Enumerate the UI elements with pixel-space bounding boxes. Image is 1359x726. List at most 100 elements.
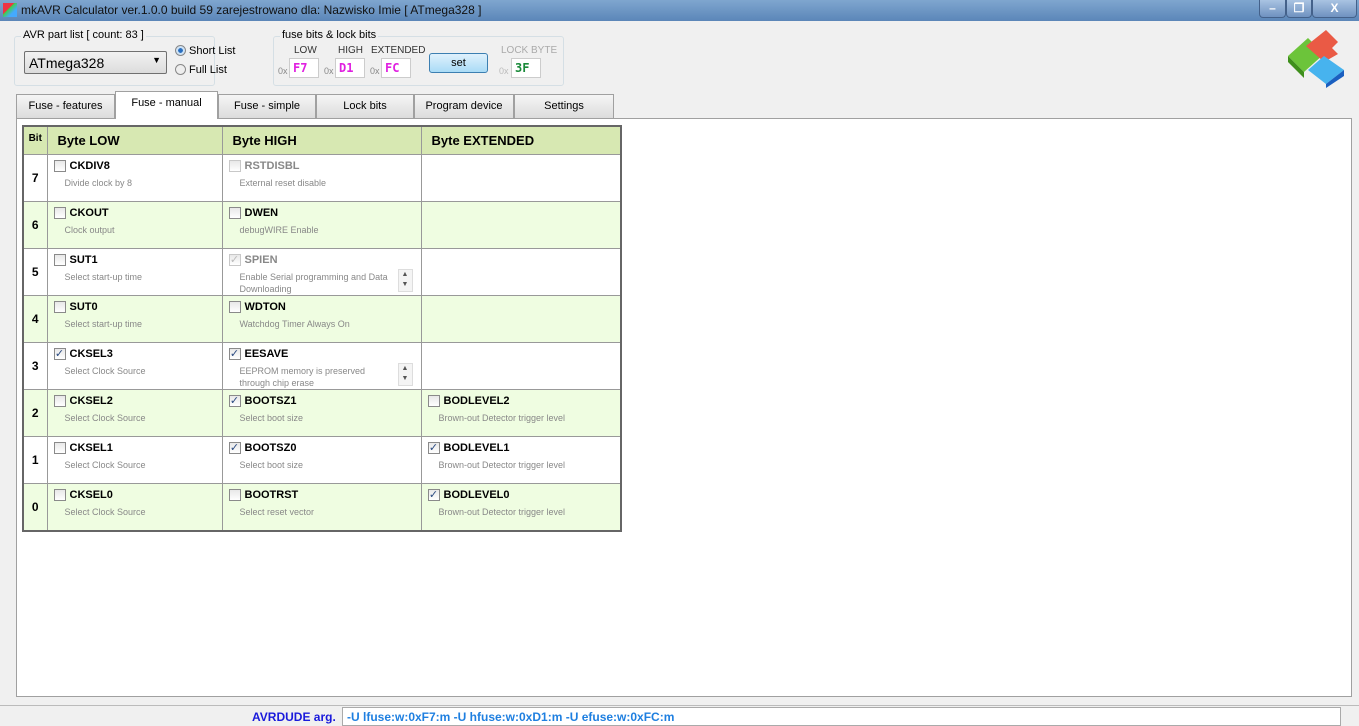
fuse-description: debugWIRE Enable [239, 225, 319, 235]
fuse-name: CKSEL3 [69, 348, 113, 360]
fuse-checkbox[interactable]: ✓ [228, 442, 241, 454]
fuse-row: 7 CKDIV8 Divide clock by 8 RSTDISBL Exte… [22, 154, 622, 202]
fuse-checkbox[interactable]: ✓ [427, 442, 440, 454]
fuse-row: 4 SUT0 Select start-up time WDTON Watchd… [22, 295, 622, 343]
fuse-name: BOOTSZ1 [244, 395, 297, 407]
fuse-checkbox[interactable] [53, 207, 66, 219]
fuse-description: EEPROM memory is preserved through chip … [239, 366, 366, 388]
description-scrollbar[interactable]: ▲ ▼ [397, 363, 413, 386]
minimize-button[interactable]: – [1259, 0, 1286, 18]
fuse-cell: RSTDISBL External reset disable [221, 154, 422, 202]
radio-icon [175, 45, 186, 56]
hex-prefix: 0x [499, 66, 509, 76]
fuse-description: Divide clock by 8 [64, 178, 133, 188]
part-select-value: ATmega328 [29, 55, 105, 71]
fuse-cell: ✓ BOOTSZ1 Select boot size [221, 389, 422, 437]
fuse-checkbox[interactable] [228, 301, 241, 313]
fuse-description: Select boot size [239, 413, 304, 423]
description-scrollbar[interactable]: ▲ ▼ [397, 269, 413, 292]
fuse-row: 1 CKSEL1 Select Clock Source ✓ BOOTSZ0 S… [22, 436, 622, 484]
tab-fuse-simple[interactable]: Fuse - simple [218, 94, 316, 118]
full-list-radio[interactable]: Full List [175, 64, 227, 76]
part-select[interactable]: ATmega328 ▼ [24, 51, 167, 74]
fuse-checkbox[interactable] [53, 489, 66, 501]
empty-cell [420, 248, 622, 296]
fuse-checkbox[interactable] [53, 442, 66, 454]
fuse-cell: CKDIV8 Divide clock by 8 [46, 154, 223, 202]
tab-lock-bits[interactable]: Lock bits [316, 94, 414, 118]
fuse-row: 3 ✓ CKSEL3 Select Clock Source ✓ EESAVE … [22, 342, 622, 390]
fuse-table: Bit Byte LOW Byte HIGH Byte EXTENDED 7 C… [22, 125, 622, 532]
fuse-name: SUT1 [69, 254, 98, 266]
fuse-cell: BODLEVEL2 Brown-out Detector trigger lev… [420, 389, 622, 437]
fuse-checkbox[interactable]: ✓ [53, 348, 66, 360]
hex-prefix: 0x [324, 66, 334, 76]
fuse-checkbox[interactable] [228, 207, 241, 219]
hex-prefix: 0x [370, 66, 380, 76]
fuse-cell: ✓ CKSEL3 Select Clock Source [46, 342, 223, 390]
fuse-name: CKSEL2 [69, 395, 113, 407]
fuse-description: Select Clock Source [64, 413, 146, 423]
part-list-label: AVR part list [ count: 83 ] [21, 29, 146, 41]
tab-program-device[interactable]: Program device [414, 94, 514, 118]
app-logo-icon [1288, 30, 1344, 88]
close-button[interactable]: X [1312, 0, 1357, 18]
short-list-label: Short List [189, 45, 236, 57]
high-fuse-input[interactable]: D1 [335, 58, 365, 78]
tab-fuse-manual[interactable]: Fuse - manual [115, 91, 218, 119]
fuse-cell: SUT1 Select start-up time [46, 248, 223, 296]
fuse-checkbox[interactable] [53, 160, 66, 172]
radio-icon [175, 64, 186, 75]
bit-number: 3 [22, 342, 48, 390]
fuse-cell: DWEN debugWIRE Enable [221, 201, 422, 249]
fuse-cell: CKOUT Clock output [46, 201, 223, 249]
fuse-checkbox[interactable] [427, 395, 440, 407]
fuse-checkbox[interactable] [53, 301, 66, 313]
fuse-description: Clock output [64, 225, 115, 235]
extended-fuse-input[interactable]: FC [381, 58, 411, 78]
fuse-checkbox[interactable] [228, 489, 241, 501]
fuse-name: CKSEL0 [69, 489, 113, 501]
tab-fuse-features[interactable]: Fuse - features [16, 94, 115, 118]
fuse-description: Select Clock Source [64, 460, 146, 470]
fuse-description: Brown-out Detector trigger level [438, 460, 566, 470]
fuse-checkbox[interactable]: ✓ [427, 489, 440, 501]
fuse-cell: ✓ BODLEVEL0 Brown-out Detector trigger l… [420, 483, 622, 531]
fuse-name: CKDIV8 [69, 160, 110, 172]
fuse-row: 0 CKSEL0 Select Clock Source BOOTRST Sel… [22, 483, 622, 531]
fuse-checkbox[interactable] [53, 395, 66, 407]
bit-number: 4 [22, 295, 48, 343]
fuse-checkbox[interactable] [53, 254, 66, 266]
fuse-checkbox[interactable]: ✓ [228, 395, 241, 407]
fuse-cell: ✓ SPIEN Enable Serial programming and Da… [221, 248, 422, 296]
fuse-cell: ✓ BODLEVEL1 Brown-out Detector trigger l… [420, 436, 622, 484]
fuse-cell: WDTON Watchdog Timer Always On [221, 295, 422, 343]
fuse-group-label: fuse bits & lock bits [280, 29, 379, 41]
fuse-description: Select Clock Source [64, 366, 146, 376]
fuse-description: Select boot size [239, 460, 304, 470]
short-list-radio[interactable]: Short List [175, 45, 235, 57]
fuse-cell: ✓ EESAVE EEPROM memory is preserved thro… [221, 342, 422, 390]
fuse-cell: BOOTRST Select reset vector [221, 483, 422, 531]
fuse-name: BOOTSZ0 [244, 442, 297, 454]
extended-label: EXTENDED [371, 45, 426, 56]
bit-number: 7 [22, 154, 48, 202]
app-icon [3, 3, 17, 17]
set-button[interactable]: set [429, 53, 488, 73]
byte-extended-header: Byte EXTENDED [420, 125, 622, 155]
fuse-cell: CKSEL1 Select Clock Source [46, 436, 223, 484]
bit-number: 5 [22, 248, 48, 296]
bit-number: 2 [22, 389, 48, 437]
bit-number: 6 [22, 201, 48, 249]
fuse-checkbox[interactable]: ✓ [228, 348, 241, 360]
fuse-description: Select Clock Source [64, 507, 146, 517]
fuse-name: BOOTRST [244, 489, 299, 501]
fuse-name: EESAVE [244, 348, 289, 360]
lock-byte-input[interactable]: 3F [511, 58, 541, 78]
tab-settings[interactable]: Settings [514, 94, 614, 118]
restore-button[interactable]: ❐ [1286, 0, 1312, 18]
fuse-name: WDTON [244, 301, 286, 313]
fuse-name: CKSEL1 [69, 442, 113, 454]
avrdude-args-field[interactable]: -U lfuse:w:0xF7:m -U hfuse:w:0xD1:m -U e… [342, 707, 1341, 726]
low-fuse-input[interactable]: F7 [289, 58, 319, 78]
